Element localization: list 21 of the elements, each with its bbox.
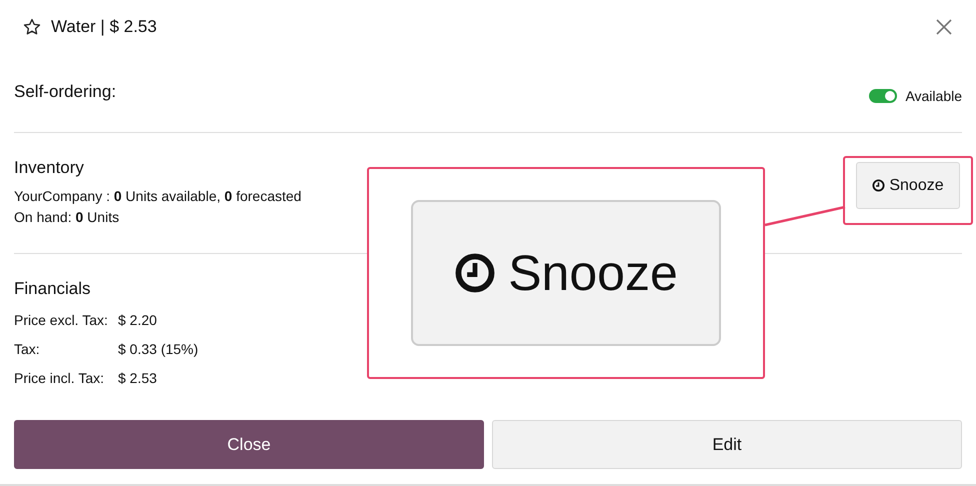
edit-button[interactable]: Edit (492, 420, 962, 469)
section-heading: Inventory (14, 158, 85, 178)
price-value: $ 2.53 (118, 370, 157, 386)
price-label: Tax: (14, 340, 41, 356)
stock-text: On hand: 0 Units (14, 208, 120, 227)
dialog-title: Water | $ 2.53 (51, 17, 157, 37)
clock-icon (872, 179, 886, 192)
section-heading: Financials (14, 279, 92, 299)
price-label: Price excl. Tax: (14, 312, 109, 328)
toggle-switch[interactable] (869, 89, 898, 103)
close-button[interactable]: Close (14, 420, 484, 469)
star-icon[interactable] (23, 18, 41, 36)
price-value: $ 2.20 (118, 312, 157, 328)
price-label: Price incl. Tax: (14, 370, 105, 386)
snooze-button[interactable]: Snooze (856, 162, 960, 209)
stock-text: YourCompany : 0 Units available, 0 forecasted (14, 187, 302, 206)
clock-icon (454, 252, 496, 294)
close-icon[interactable] (936, 19, 952, 35)
price-value: $ 0.33 (15%) (118, 340, 198, 356)
section-label: Self-ordering: (14, 82, 116, 102)
toggle-label: Available (905, 88, 962, 104)
